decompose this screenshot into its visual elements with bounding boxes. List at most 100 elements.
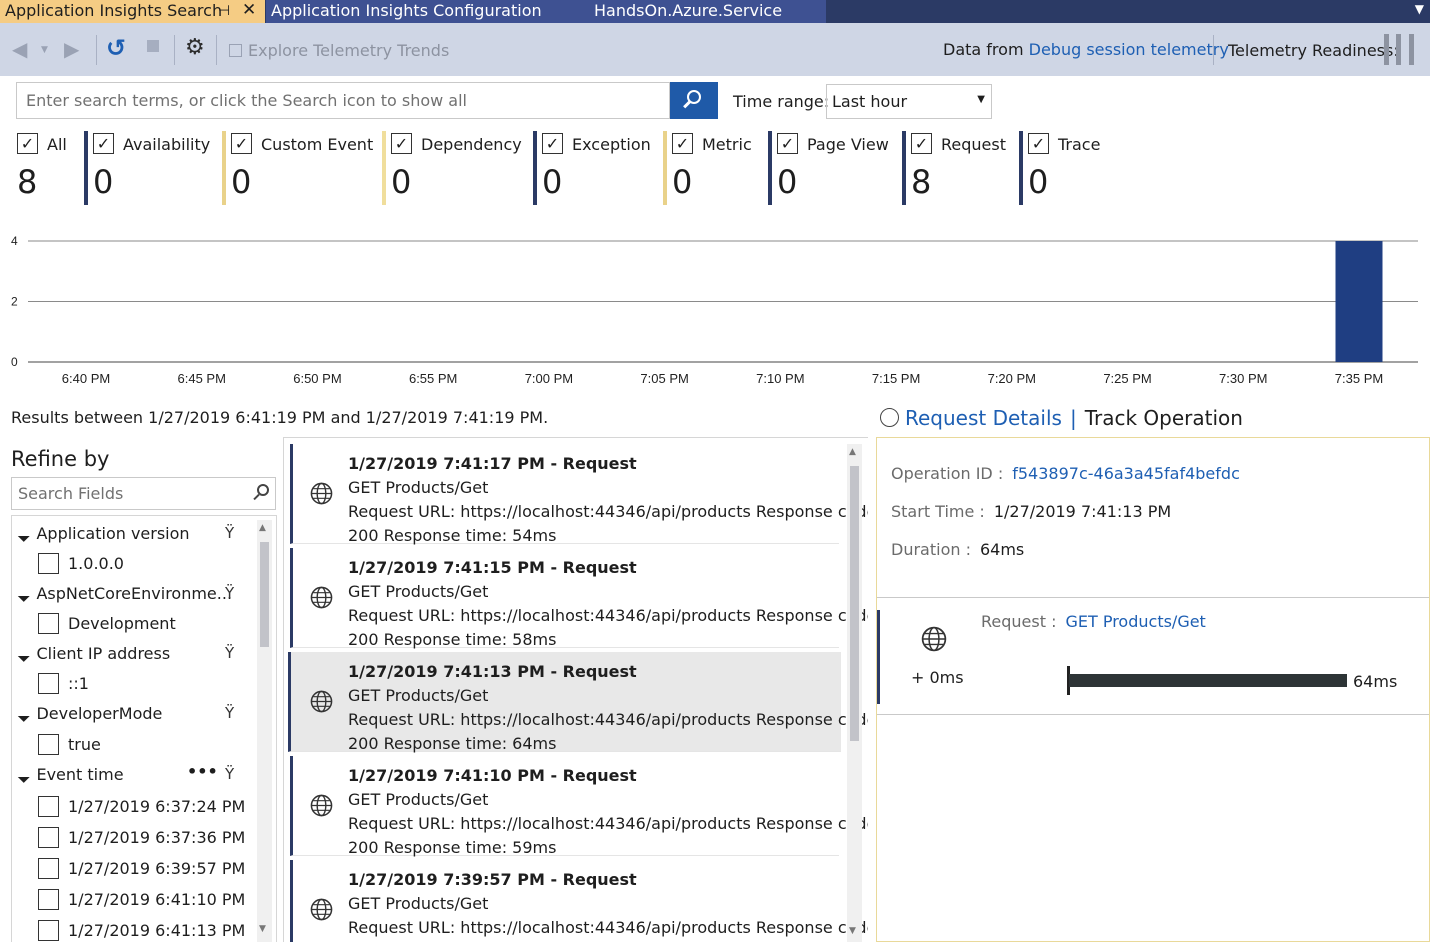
more-icon[interactable]: •••: [187, 762, 218, 781]
scroll-down-icon[interactable]: ▼: [259, 924, 266, 934]
stop-icon[interactable]: [147, 40, 159, 52]
scrollbar-thumb[interactable]: [850, 466, 859, 741]
checkbox[interactable]: ✓: [93, 133, 114, 154]
filter-icon[interactable]: Ÿ: [225, 704, 234, 722]
operation-id-row: Operation ID : f543897c-46a3a45faf4befdc: [891, 464, 1240, 483]
checkbox[interactable]: ✓: [391, 133, 412, 154]
refine-option[interactable]: 1/27/2019 6:41:10 PM: [38, 889, 245, 911]
checkbox[interactable]: [38, 858, 59, 879]
operation-id-link[interactable]: f543897c-46a3a45faf4befdc: [1012, 464, 1240, 483]
tab-dropdown-icon[interactable]: ▼: [1415, 2, 1424, 16]
checkbox[interactable]: [38, 920, 59, 941]
refine-option[interactable]: ::1: [38, 673, 89, 695]
filter-icon[interactable]: Ÿ: [225, 644, 234, 662]
search-icon: [257, 484, 269, 496]
refine-option[interactable]: 1/27/2019 6:37:36 PM: [38, 827, 245, 849]
data-source-link[interactable]: Debug session telemetry: [1029, 40, 1229, 59]
x-tick-label: 6:45 PM: [178, 371, 226, 386]
result-meta: 200 Response time: 64ms: [348, 734, 557, 753]
result-meta: 200 Response time: 58ms: [348, 630, 557, 649]
expand-icon[interactable]: ◢: [17, 708, 32, 723]
scroll-up-icon[interactable]: ▲: [849, 447, 856, 457]
trends-icon: [229, 44, 242, 57]
result-item[interactable]: 1/27/2019 7:41:17 PM - Request GET Produ…: [290, 444, 868, 545]
scrollbar-thumb[interactable]: [260, 542, 269, 647]
scroll-up-icon[interactable]: ▲: [259, 523, 266, 533]
search-fields-input[interactable]: Search Fields: [11, 477, 276, 510]
result-item[interactable]: 1/27/2019 7:41:15 PM - Request GET Produ…: [290, 548, 868, 649]
result-item-selected[interactable]: 1/27/2019 7:41:13 PM - Request GET Produ…: [288, 652, 868, 753]
checkbox[interactable]: [38, 796, 59, 817]
refine-group-client-ip[interactable]: ◢ Client IP address: [17, 644, 171, 663]
result-url: Request URL: https://localhost:44346/api…: [348, 606, 868, 625]
filter-color-stripe: [382, 131, 386, 205]
y-tick-label: 2: [11, 295, 18, 309]
refine-group-application-version[interactable]: ◢ Application version: [17, 524, 190, 543]
duration-row: Duration :64ms: [891, 540, 1025, 559]
refine-group-aspnetcore-environment[interactable]: ◢ AspNetCoreEnvironme...: [17, 584, 232, 603]
refine-group-developer-mode[interactable]: ◢ DeveloperMode: [17, 704, 163, 723]
checkbox[interactable]: [38, 827, 59, 848]
refine-option[interactable]: Development: [38, 613, 176, 635]
refine-option[interactable]: 1/27/2019 6:39:57 PM: [38, 858, 245, 880]
gear-icon[interactable]: ⚙: [185, 35, 205, 60]
checkbox[interactable]: [38, 734, 59, 755]
checkbox[interactable]: ✓: [777, 133, 798, 154]
checkbox[interactable]: ✓: [1028, 133, 1049, 154]
expand-icon[interactable]: ◢: [17, 769, 32, 784]
checkbox[interactable]: ✓: [672, 133, 693, 154]
checkbox[interactable]: [38, 673, 59, 694]
globe-icon: [880, 408, 899, 427]
filter-icon[interactable]: Ÿ: [225, 524, 234, 542]
checkbox[interactable]: ✓: [231, 133, 252, 154]
filter-color-stripe: [663, 131, 667, 205]
checkbox[interactable]: [38, 889, 59, 910]
checkbox[interactable]: ✓: [911, 133, 932, 154]
pin-icon[interactable]: ⊣: [218, 0, 230, 22]
result-operation: GET Products/Get: [348, 478, 489, 497]
result-title: 1/27/2019 7:41:13 PM - Request: [348, 662, 637, 681]
expand-icon[interactable]: ◢: [17, 648, 32, 663]
refine-option[interactable]: 1/27/2019 6:41:13 PM: [38, 920, 245, 942]
details-tab-separator: |: [1069, 406, 1077, 430]
filter-icon[interactable]: Ÿ: [225, 584, 234, 602]
back-dropdown-icon[interactable]: ▼: [41, 45, 48, 55]
result-operation: GET Products/Get: [348, 790, 489, 809]
search-button[interactable]: [670, 82, 718, 119]
refine-option[interactable]: 1.0.0.0: [38, 553, 124, 575]
checkbox[interactable]: [38, 553, 59, 574]
back-icon[interactable]: ◀: [12, 37, 27, 61]
refine-group-event-time[interactable]: ◢ Event time: [17, 765, 124, 784]
tab-application-insights-configuration[interactable]: Application Insights Configuration Hands…: [266, 0, 826, 23]
result-title: 1/27/2019 7:41:17 PM - Request: [348, 454, 637, 473]
results-list: 1/27/2019 7:41:17 PM - Request GET Produ…: [283, 437, 868, 942]
tab-application-insights-search[interactable]: Application Insights Search ⊣ ✕: [0, 0, 265, 23]
globe-icon: [310, 898, 333, 921]
search-input[interactable]: Enter search terms, or click the Search …: [16, 82, 670, 119]
refine-scrollbar[interactable]: ▲ ▼: [257, 520, 272, 942]
time-range-select[interactable]: Last hour ▼: [826, 84, 992, 119]
results-scrollbar[interactable]: ▲ ▼: [847, 444, 862, 942]
expand-icon[interactable]: ◢: [17, 528, 32, 543]
forward-icon[interactable]: ▶: [64, 37, 79, 61]
checkbox[interactable]: [38, 613, 59, 634]
tab-request-details[interactable]: Request Details: [905, 406, 1062, 430]
checkbox[interactable]: ✓: [542, 133, 563, 154]
refine-option[interactable]: true: [38, 734, 101, 756]
result-item[interactable]: 1/27/2019 7:41:10 PM - Request GET Produ…: [290, 756, 868, 857]
result-meta: 200 Response time: 59ms: [348, 838, 557, 857]
timeline-request-link[interactable]: GET Products/Get: [1065, 612, 1205, 631]
tab-track-operation[interactable]: Track Operation: [1085, 406, 1243, 430]
operation-timeline[interactable]: Request : GET Products/Get + 0ms 64ms: [877, 598, 1429, 715]
refresh-icon[interactable]: ↺: [106, 34, 126, 62]
filter-count: 8: [17, 163, 38, 201]
checkbox[interactable]: ✓: [17, 133, 38, 154]
explore-telemetry-trends-button[interactable]: Explore Telemetry Trends: [229, 41, 449, 60]
result-item[interactable]: 1/27/2019 7:39:57 PM - Request GET Produ…: [290, 860, 868, 942]
refine-option[interactable]: 1/27/2019 6:37:24 PM: [38, 796, 245, 818]
filter-icon[interactable]: Ÿ: [225, 765, 234, 783]
results-range-text: Results between 1/27/2019 6:41:19 PM and…: [11, 408, 549, 427]
close-icon[interactable]: ✕: [242, 0, 256, 21]
scroll-down-icon[interactable]: ▼: [849, 926, 856, 936]
expand-icon[interactable]: ◢: [17, 588, 32, 603]
